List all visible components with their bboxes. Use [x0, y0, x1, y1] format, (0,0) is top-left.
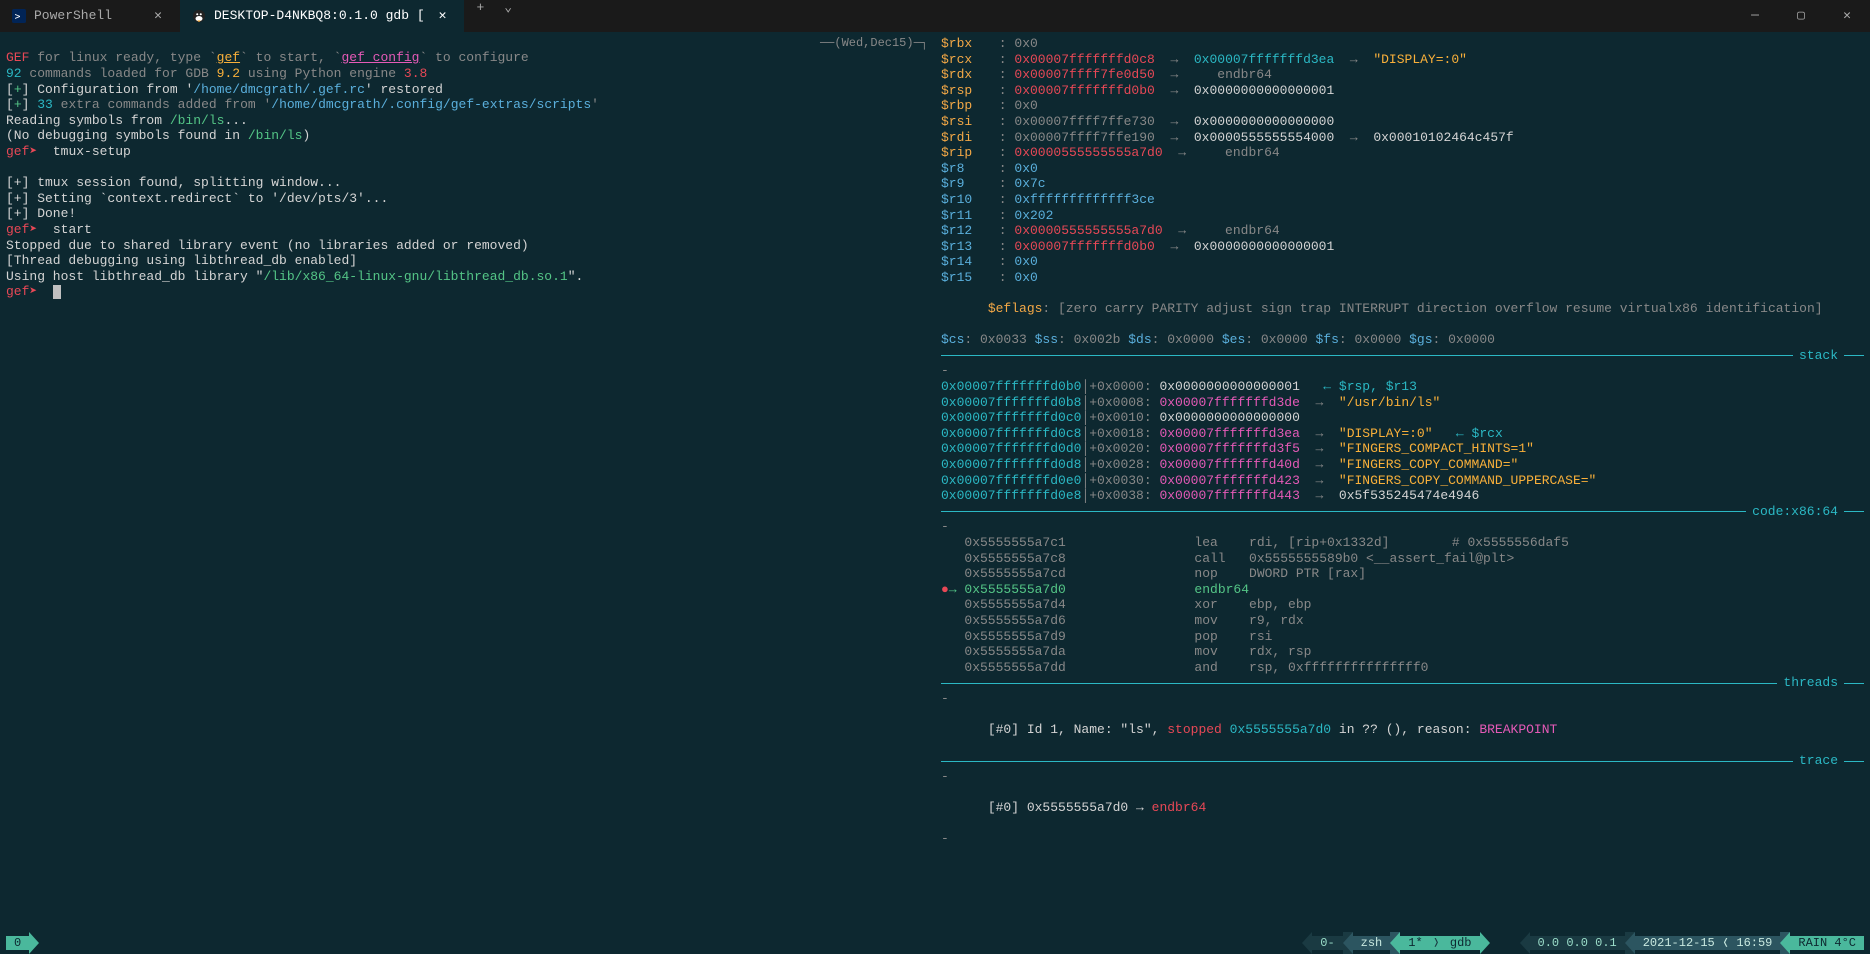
load-avg: 0.0 0.0 0.1	[1530, 936, 1625, 950]
close-icon[interactable]: ✕	[433, 6, 453, 26]
disasm-row: 0x5555555a7c1lea rdi, [rip+0x1332d] # 0x…	[941, 535, 1864, 551]
terminal-line: GEF for linux ready, type `gef` to start…	[6, 50, 928, 66]
register-row: $rsi : 0x00007ffff7ffe730 → 0x0000000000…	[941, 114, 1864, 130]
terminal-line: [+] Setting `context.redirect` to '/dev/…	[6, 191, 928, 207]
terminal-line: gef➤	[6, 284, 928, 300]
continuation-marker: -	[941, 691, 1864, 707]
stack-row: 0x00007fffffffd0e0│+0x0030: 0x00007fffff…	[941, 473, 1864, 489]
tab-label: DESKTOP-D4NKBQ8:0.1.0 gdb [	[214, 8, 425, 24]
terminal-line: [+] Configuration from '/home/dmcgrath/.…	[6, 82, 928, 98]
terminal-line: [+] tmux session found, splitting window…	[6, 175, 928, 191]
disasm-row: 0x5555555a7damov rdx, rsp	[941, 644, 1864, 660]
eflags-line: $eflags: [zero carry PARITY adjust sign …	[941, 286, 1864, 333]
terminal-line: Reading symbols from /bin/ls...	[6, 113, 928, 129]
cursor	[53, 285, 61, 299]
disasm-row: 0x5555555a7d6mov r9, rdx	[941, 613, 1864, 629]
register-row: $rsp : 0x00007fffffffd0b0 → 0x0000000000…	[941, 83, 1864, 99]
shell-name: zsh	[1353, 936, 1391, 950]
new-tab-button[interactable]: +	[464, 0, 496, 32]
continuation-marker: -	[941, 363, 1864, 379]
app-name: gdb	[1442, 936, 1480, 950]
close-button[interactable]: ✕	[1824, 0, 1870, 32]
powershell-icon: >	[12, 9, 26, 23]
terminal-line: [+] Done!	[6, 206, 928, 222]
session-index: 0	[6, 936, 29, 950]
stack-section: 0x00007fffffffd0b0│+0x0000: 0x0000000000…	[941, 379, 1864, 504]
svg-text:>: >	[15, 12, 21, 23]
terminal-line	[6, 160, 928, 176]
continuation-marker: -	[941, 831, 1864, 847]
left-pane[interactable]: ──(Wed,Dec15)─┐ GEF for linux ready, typ…	[0, 32, 935, 932]
trace-line: [#0] 0x5555555a7d0 → endbr64	[941, 785, 1864, 832]
stack-row: 0x00007fffffffd0e8│+0x0038: 0x00007fffff…	[941, 488, 1864, 504]
register-row: $r12 : 0x0000555555555a7d0 → endbr64	[941, 223, 1864, 239]
tab-dropdown-icon[interactable]: ⌄	[496, 0, 520, 32]
right-pane[interactable]: $rbx : 0x0$rcx : 0x00007fffffffd0c8 → 0x…	[935, 32, 1870, 932]
close-icon[interactable]: ✕	[148, 6, 168, 26]
disasm-row: 0x5555555a7d9pop rsi	[941, 629, 1864, 645]
terminal-line: Using host libthread_db library "/lib/x8…	[6, 269, 928, 285]
minimize-button[interactable]: ─	[1732, 0, 1778, 32]
register-row: $r15 : 0x0	[941, 270, 1864, 286]
powerline-sep	[29, 932, 39, 954]
disasm-row: 0x5555555a7cdnop DWORD PTR [rax]	[941, 566, 1864, 582]
stack-row: 0x00007fffffffd0d0│+0x0020: 0x00007fffff…	[941, 441, 1864, 457]
tux-icon	[192, 9, 206, 23]
register-row: $rdx : 0x00007ffff7fe0d50 → endbr64	[941, 67, 1864, 83]
tab-bar: > PowerShell ✕ DESKTOP-D4NKBQ8:0.1.0 gdb…	[0, 0, 520, 32]
tmux-statusbar: 0 0- zsh 1* ❭ gdb 0.0 0.0 0.1 2021-12-15…	[0, 932, 1870, 954]
terminal-line: gef➤ start	[6, 222, 928, 238]
terminal-line: (No debugging symbols found in /bin/ls)	[6, 128, 928, 144]
date-header: ──(Wed,Dec15)─┐	[6, 36, 928, 50]
register-row: $rip : 0x0000555555555a7d0 → endbr64	[941, 145, 1864, 161]
terminal-line: Stopped due to shared library event (no …	[6, 238, 928, 254]
register-row: $rcx : 0x00007fffffffd0c8 → 0x00007fffff…	[941, 52, 1864, 68]
terminal-line: [+] 33 extra commands added from '/home/…	[6, 97, 928, 113]
terminal-area: ──(Wed,Dec15)─┐ GEF for linux ready, typ…	[0, 32, 1870, 932]
maximize-button[interactable]: ▢	[1778, 0, 1824, 32]
register-row: $r8 : 0x0	[941, 161, 1864, 177]
stack-row: 0x00007fffffffd0c0│+0x0010: 0x0000000000…	[941, 410, 1864, 426]
session-name: 0-	[1312, 936, 1342, 950]
continuation-marker: -	[941, 769, 1864, 785]
terminal-line: 92 commands loaded for GDB 9.2 using Pyt…	[6, 66, 928, 82]
disasm-row: 0x5555555a7ddand rsp, 0xfffffffffffffff0	[941, 660, 1864, 676]
segment-registers: $cs: 0x0033 $ss: 0x002b $ds: 0x0000 $es:…	[941, 332, 1864, 348]
title-bar: > PowerShell ✕ DESKTOP-D4NKBQ8:0.1.0 gdb…	[0, 0, 1870, 32]
stack-row: 0x00007fffffffd0b0│+0x0000: 0x0000000000…	[941, 379, 1864, 395]
register-row: $r10 : 0xfffffffffffff3ce	[941, 192, 1864, 208]
terminal-line: gef➤ tmux-setup	[6, 144, 928, 160]
disasm-row: ●→ 0x5555555a7d0endbr64	[941, 582, 1864, 598]
register-row: $rbp : 0x0	[941, 98, 1864, 114]
weather: RAIN 4°C	[1790, 936, 1864, 950]
terminal-output: GEF for linux ready, type `gef` to start…	[6, 50, 928, 300]
stack-row: 0x00007fffffffd0d8│+0x0028: 0x00007fffff…	[941, 457, 1864, 473]
datetime: 2021-12-15 ❬ 16:59	[1635, 936, 1781, 950]
register-row: $rdi : 0x00007ffff7ffe190 → 0x0000555555…	[941, 130, 1864, 146]
register-row: $r13 : 0x00007fffffffd0b0 → 0x0000000000…	[941, 239, 1864, 255]
section-divider-stack: stack	[941, 348, 1864, 364]
registers-section: $rbx : 0x0$rcx : 0x00007fffffffd0c8 → 0x…	[941, 36, 1864, 286]
section-divider-threads: threads	[941, 675, 1864, 691]
disasm-row: 0x5555555a7d4xor ebp, ebp	[941, 597, 1864, 613]
window-controls: ─ ▢ ✕	[1732, 0, 1870, 32]
register-row: $r11 : 0x202	[941, 208, 1864, 224]
section-divider-code: code:x86:64	[941, 504, 1864, 520]
stack-row: 0x00007fffffffd0b8│+0x0008: 0x00007fffff…	[941, 395, 1864, 411]
terminal-line: [Thread debugging using libthread_db ena…	[6, 253, 928, 269]
register-row: $r14 : 0x0	[941, 254, 1864, 270]
continuation-marker: -	[941, 519, 1864, 535]
code-section: 0x5555555a7c1lea rdi, [rip+0x1332d] # 0x…	[941, 535, 1864, 675]
stack-row: 0x00007fffffffd0c8│+0x0018: 0x00007fffff…	[941, 426, 1864, 442]
disasm-row: 0x5555555a7c8call 0x5555555589b0 <__asse…	[941, 551, 1864, 567]
register-row: $r9 : 0x7c	[941, 176, 1864, 192]
section-divider-trace: trace	[941, 753, 1864, 769]
register-row: $rbx : 0x0	[941, 36, 1864, 52]
tab-powershell[interactable]: > PowerShell ✕	[0, 0, 180, 32]
thread-line: [#0] Id 1, Name: "ls", stopped 0x5555555…	[941, 707, 1864, 754]
tab-label: PowerShell	[34, 8, 112, 24]
tab-gdb[interactable]: DESKTOP-D4NKBQ8:0.1.0 gdb [ ✕	[180, 0, 464, 32]
window-index: 1*	[1400, 936, 1430, 950]
